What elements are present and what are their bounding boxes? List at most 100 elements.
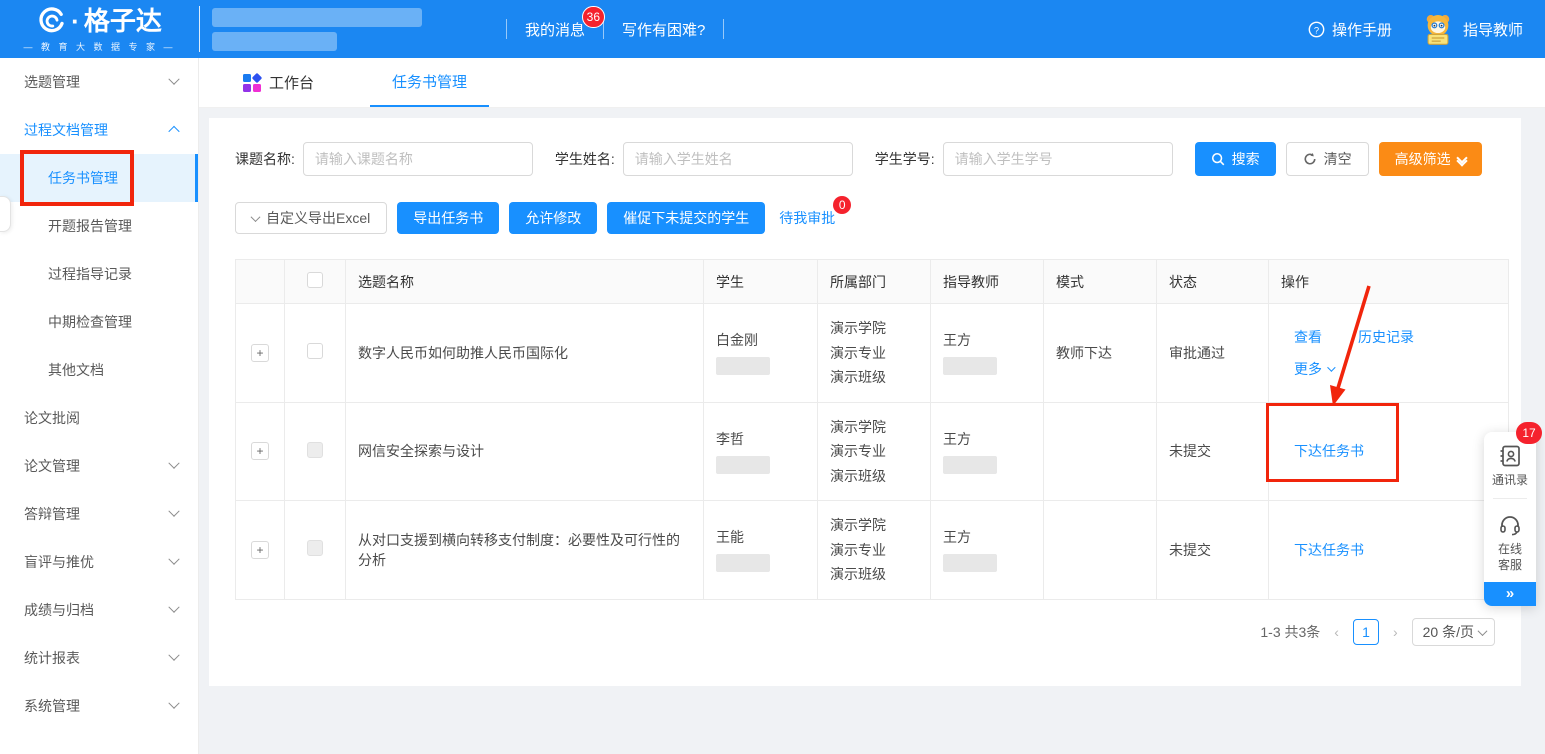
chevron-down-icon	[1327, 363, 1335, 371]
guide-teacher-role[interactable]: 指导教师	[1420, 11, 1523, 47]
row-checkbox[interactable]	[307, 540, 323, 556]
sidebar-item-statistics[interactable]: 统计报表	[0, 634, 198, 682]
operation-cell: 查看 历史记录 更多	[1269, 304, 1509, 403]
advanced-filter-button[interactable]: 高级筛选	[1379, 142, 1482, 176]
side-drawer-handle[interactable]	[0, 196, 11, 232]
chevron-down-icon	[168, 602, 179, 613]
address-book-icon	[1498, 444, 1522, 468]
view-link[interactable]: 查看	[1294, 327, 1322, 347]
chevron-down-icon	[168, 698, 179, 709]
sidebar-item-process-docs[interactable]: 过程文档管理	[0, 106, 198, 154]
pending-approval-link[interactable]: 待我审批 0	[779, 208, 835, 228]
select-all-checkbox[interactable]	[307, 272, 323, 288]
sidebar-item-other-docs[interactable]: 其他文档	[0, 346, 198, 394]
brand-name: 格子达	[84, 8, 162, 34]
tab-bar: 工作台 任务书管理	[199, 58, 1545, 108]
student-cell: 李哲	[704, 402, 818, 501]
sidebar-item-guidance-records[interactable]: 过程指导记录	[0, 250, 198, 298]
student-id-label: 学生学号:	[875, 149, 935, 169]
redacted-teacher-id	[943, 357, 997, 375]
redacted-teacher-id	[943, 554, 997, 572]
chevron-down-icon	[251, 212, 261, 222]
app-logo: · 格子达 — 教 育 大 数 据 专 家 —	[0, 6, 199, 53]
chevron-down-icon	[1478, 626, 1488, 636]
chevron-down-icon	[168, 506, 179, 517]
sidebar-item-paper-management[interactable]: 论文管理	[0, 442, 198, 490]
more-link[interactable]: 更多	[1294, 359, 1322, 379]
operation-cell: 下达任务书	[1269, 402, 1509, 501]
topic-name-cell: 从对口支援到横向转移支付制度：必要性及可行性的分析	[346, 501, 704, 600]
sidebar-nav: 选题管理 过程文档管理 任务书管理 开题报告管理 过程指导记录 中期检查管理 其…	[0, 58, 199, 754]
student-name-label: 学生姓名:	[555, 149, 615, 169]
chevron-up-icon	[168, 126, 179, 137]
clear-button[interactable]: 清空	[1286, 142, 1369, 176]
student-id-input[interactable]	[943, 142, 1173, 176]
operation-cell: 下达任务书	[1269, 501, 1509, 600]
row-checkbox[interactable]	[307, 442, 323, 458]
allow-modify-button[interactable]: 允许修改	[509, 202, 597, 234]
redacted-text-block	[212, 32, 337, 51]
table-row: + 网信安全探索与设计 李哲 演示学院演示专业演示班级 王方 未提交 下达任务书	[236, 402, 1509, 501]
custom-export-excel-button[interactable]: 自定义导出Excel	[235, 202, 387, 234]
sidebar-item-grades-archive[interactable]: 成绩与归档	[0, 586, 198, 634]
sidebar-item-taskbook-management[interactable]: 任务书管理	[0, 154, 198, 202]
pending-count-badge: 0	[833, 196, 851, 214]
row-expand-button[interactable]: +	[251, 442, 269, 460]
history-link[interactable]: 历史记录	[1358, 327, 1414, 347]
urge-unsubmitted-button[interactable]: 催促下未提交的学生	[607, 202, 765, 234]
export-taskbook-button[interactable]: 导出任务书	[397, 202, 499, 234]
my-messages-link[interactable]: 我的消息 36	[525, 19, 585, 40]
widget-count-badge: 17	[1516, 422, 1542, 444]
search-form: 课题名称: 学生姓名: 学生学号: 搜索 清空 高级筛选	[235, 142, 1509, 176]
page-size-select[interactable]: 20 条/页	[1412, 618, 1495, 646]
table-row: + 从对口支援到横向转移支付制度：必要性及可行性的分析 王能 演示学院演示专业演…	[236, 501, 1509, 600]
widget-collapse-button[interactable]: »	[1484, 582, 1536, 606]
row-expand-button[interactable]: +	[251, 344, 269, 362]
assign-taskbook-link[interactable]: 下达任务书	[1294, 443, 1364, 459]
sidebar-item-paper-review[interactable]: 论文批阅	[0, 394, 198, 442]
chevron-down-icon	[168, 74, 179, 85]
content-card: 课题名称: 学生姓名: 学生学号: 搜索 清空 高级筛选	[209, 118, 1521, 686]
topic-name-cell: 数字人民币如何助推人民币国际化	[346, 304, 704, 403]
department-cell: 演示学院演示专业演示班级	[818, 501, 931, 600]
row-checkbox[interactable]	[307, 343, 323, 359]
redacted-student-id	[716, 357, 770, 375]
manual-link[interactable]: ? 操作手册	[1308, 19, 1392, 40]
row-expand-button[interactable]: +	[251, 541, 269, 559]
svg-text:?: ?	[1314, 25, 1319, 36]
widget-divider	[1493, 498, 1527, 499]
topic-name-cell: 网信安全探索与设计	[346, 402, 704, 501]
prev-page-button[interactable]: ‹	[1332, 624, 1341, 640]
nav-divider	[506, 19, 507, 39]
department-cell: 演示学院演示专业演示班级	[818, 304, 931, 403]
nav-divider	[723, 19, 724, 39]
writing-help-link[interactable]: 写作有困难?	[622, 19, 705, 40]
col-topic-name: 选题名称	[346, 260, 704, 304]
sidebar-item-defense-management[interactable]: 答辩管理	[0, 490, 198, 538]
sidebar-item-midterm-check[interactable]: 中期检查管理	[0, 298, 198, 346]
app-header: · 格子达 — 教 育 大 数 据 专 家 — 我的消息 36 写作有困难? ?…	[0, 0, 1545, 58]
redacted-teacher-id	[943, 456, 997, 474]
page-number[interactable]: 1	[1353, 619, 1379, 645]
sidebar-item-topic-management[interactable]: 选题管理	[0, 58, 198, 106]
teacher-cell: 王方	[931, 402, 1044, 501]
pagination-total: 1-3 共3条	[1260, 622, 1320, 642]
student-name-input[interactable]	[623, 142, 853, 176]
tab-taskbook-management[interactable]: 任务书管理	[370, 58, 489, 107]
sidebar-item-proposal-report[interactable]: 开题报告管理	[0, 202, 198, 250]
tab-workbench[interactable]: 工作台	[239, 58, 318, 107]
search-button[interactable]: 搜索	[1195, 142, 1276, 176]
assign-taskbook-link[interactable]: 下达任务书	[1294, 542, 1364, 558]
header-divider	[199, 6, 200, 52]
topic-name-label: 课题名称:	[235, 149, 295, 169]
main-content: 工作台 任务书管理 课题名称: 学生姓名: 学生学号: 搜索	[199, 58, 1545, 754]
mascot-icon	[1420, 11, 1456, 47]
sidebar-item-system-management[interactable]: 系统管理	[0, 682, 198, 730]
chevron-down-icon	[168, 458, 179, 469]
status-cell: 未提交	[1157, 501, 1269, 600]
sidebar-item-blind-review[interactable]: 盲评与推优	[0, 538, 198, 586]
next-page-button[interactable]: ›	[1391, 624, 1400, 640]
online-service-button[interactable]: 在线 客服	[1484, 501, 1536, 581]
topic-name-input[interactable]	[303, 142, 533, 176]
department-cell: 演示学院演示专业演示班级	[818, 402, 931, 501]
